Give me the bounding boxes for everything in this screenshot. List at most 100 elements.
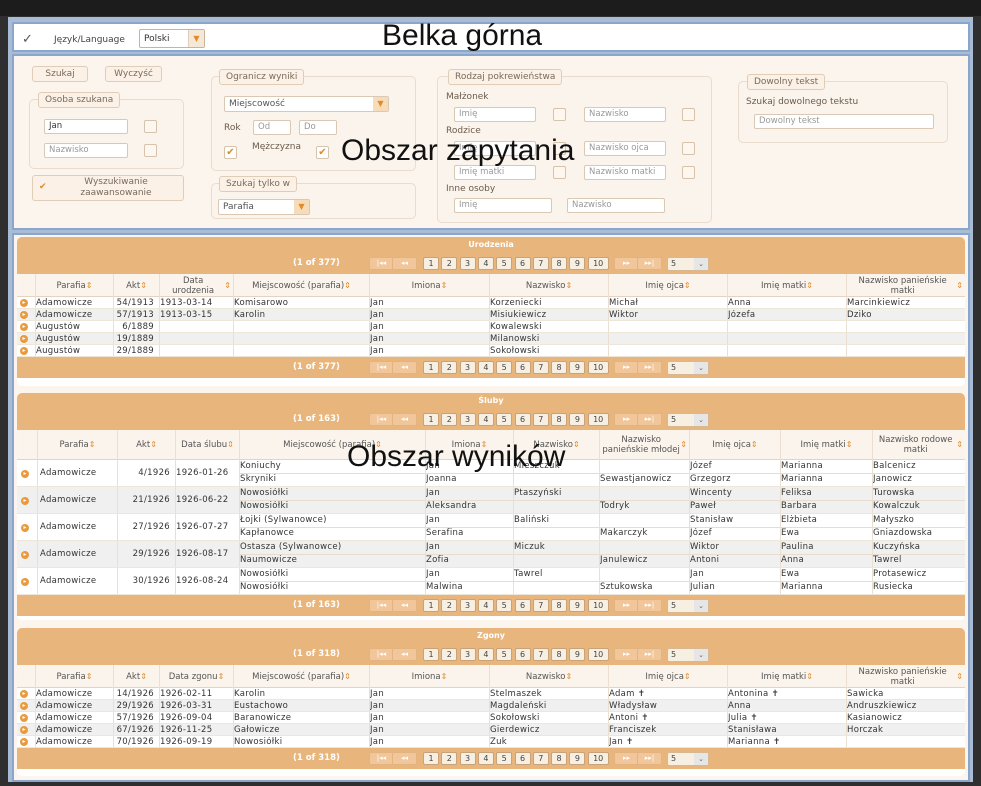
pager-page-button[interactable]: 1 [423, 599, 439, 612]
others-first-name-input[interactable]: Imię [454, 198, 552, 213]
year-from-input[interactable]: Od [253, 120, 291, 135]
row-expand-icon[interactable]: ▸ [20, 347, 28, 355]
column-header[interactable]: Imiona ⇕ [369, 274, 489, 297]
table-row[interactable]: ▸ Adamowicze 57/1913 1913-03-15 Karolin Jan Mi… [17, 309, 965, 321]
row-expand-icon[interactable]: ▸ [21, 524, 29, 532]
column-header[interactable]: Imiona ⇕ [369, 665, 489, 688]
pager-next-button[interactable]: ▸▸ [614, 413, 639, 426]
column-header[interactable]: Imię ojca ⇕ [608, 274, 727, 297]
pager-page-button[interactable]: 7 [532, 257, 549, 270]
column-header[interactable]: Miejscowość (parafia) ⇕ [233, 274, 369, 297]
pager-next-button[interactable]: ▸▸ [614, 648, 639, 661]
pager-last-button[interactable]: ▸▸| [637, 599, 662, 612]
pager-page-button[interactable]: 10 [587, 599, 609, 612]
pager-page-button[interactable]: 5 [496, 648, 513, 661]
pager-first-button[interactable]: |◂◂ [369, 599, 394, 612]
column-header[interactable]: Akt ⇕ [117, 430, 175, 460]
page-size-select[interactable]: 5 ⌄ [667, 752, 709, 766]
mother-surname-checkbox[interactable] [682, 166, 695, 179]
pager-prev-button[interactable]: ◂◂ [392, 257, 417, 270]
page-size-select[interactable]: 5 ⌄ [667, 599, 709, 613]
pager-page-button[interactable]: 8 [551, 648, 568, 661]
row-expand-icon[interactable]: ▸ [21, 470, 29, 478]
column-header[interactable]: Nazwisko panieńskie matki ⇕ [846, 665, 965, 688]
pager-page-button[interactable]: 5 [496, 257, 513, 270]
table-row[interactable]: ▸ Adamowicze 57/1926 1926-09-04 Baranowicze J… [17, 712, 965, 724]
pager-page-button[interactable]: 9 [569, 413, 586, 426]
pager-first-button[interactable]: |◂◂ [369, 361, 394, 374]
pager-last-button[interactable]: ▸▸| [637, 257, 662, 270]
pager-prev-button[interactable]: ◂◂ [392, 599, 417, 612]
column-header[interactable]: Akt ⇕ [113, 665, 159, 688]
pager-page-button[interactable]: 4 [477, 752, 494, 765]
column-header[interactable]: Imię ojca ⇕ [608, 665, 727, 688]
row-expand-icon[interactable]: ▸ [20, 299, 28, 307]
pager-prev-button[interactable]: ◂◂ [392, 413, 417, 426]
table-row[interactable]: ▸ Augustów 19/1889 Jan Milanowski [17, 333, 965, 345]
pager-page-button[interactable]: 9 [569, 599, 586, 612]
others-surname-input[interactable]: Nazwisko [567, 198, 665, 213]
row-expand-icon[interactable]: ▸ [21, 578, 29, 586]
pager-page-button[interactable]: 10 [587, 648, 609, 661]
pager-page-button[interactable]: 8 [551, 599, 568, 612]
pager-page-button[interactable]: 4 [477, 361, 494, 374]
language-select[interactable]: Polski ▼ [139, 29, 205, 48]
pager-last-button[interactable]: ▸▸| [637, 648, 662, 661]
pager-page-button[interactable]: 2 [441, 257, 458, 270]
row-expand-icon[interactable]: ▸ [20, 726, 28, 734]
pager-page-button[interactable]: 7 [532, 413, 549, 426]
table-row[interactable]: ▸ Augustów 29/1889 Jan Sokołowski [17, 345, 965, 357]
pager-page-button[interactable]: 4 [477, 257, 494, 270]
pager-page-button[interactable]: 8 [551, 413, 568, 426]
row-expand-icon[interactable]: ▸ [20, 738, 28, 746]
spouse-first-name-checkbox[interactable] [553, 108, 566, 121]
pager-page-button[interactable]: 6 [514, 599, 531, 612]
pager-page-button[interactable]: 5 [496, 752, 513, 765]
pager-page-button[interactable]: 6 [514, 257, 531, 270]
male-checkbox[interactable]: ✔ [224, 146, 237, 159]
pager-page-button[interactable]: 4 [477, 413, 494, 426]
pager-page-button[interactable]: 3 [459, 648, 476, 661]
pager-page-button[interactable]: 10 [587, 413, 609, 426]
spouse-surname-input[interactable]: Nazwisko [584, 107, 666, 122]
page-size-select[interactable]: 5 ⌄ [667, 413, 709, 427]
year-to-input[interactable]: Do [299, 120, 337, 135]
pager-page-button[interactable]: 3 [459, 361, 476, 374]
pager-page-button[interactable]: 7 [532, 648, 549, 661]
pager-page-button[interactable]: 9 [569, 361, 586, 374]
pager-page-button[interactable]: 5 [496, 413, 513, 426]
pager-page-button[interactable]: 6 [514, 752, 531, 765]
pager-page-button[interactable]: 3 [459, 413, 476, 426]
free-text-input[interactable]: Dowolny tekst [754, 114, 934, 129]
pager-page-button[interactable]: 1 [423, 648, 439, 661]
table-row[interactable]: ▸ Adamowicze 54/1913 1913-03-14 Komisarowo Ja… [17, 297, 965, 309]
father-surname-input[interactable]: Nazwisko ojca [584, 141, 666, 156]
father-surname-checkbox[interactable] [682, 142, 695, 155]
surname-checkbox[interactable] [144, 144, 157, 157]
pager-page-button[interactable]: 1 [423, 257, 439, 270]
pager-page-button[interactable]: 9 [569, 752, 586, 765]
pager-page-button[interactable]: 4 [477, 599, 494, 612]
pager-next-button[interactable]: ▸▸ [614, 599, 639, 612]
column-header[interactable]: Nazwisko panieńskie młodej ⇕ [599, 430, 689, 460]
pager-page-button[interactable]: 8 [551, 752, 568, 765]
pager-last-button[interactable]: ▸▸| [637, 413, 662, 426]
column-header[interactable]: Nazwisko panieńskie matki ⇕ [846, 274, 965, 297]
pager-page-button[interactable]: 10 [587, 361, 609, 374]
row-expand-icon[interactable]: ▸ [20, 335, 28, 343]
pager-prev-button[interactable]: ◂◂ [392, 752, 417, 765]
pager-page-button[interactable]: 3 [459, 599, 476, 612]
pager-next-button[interactable]: ▸▸ [614, 752, 639, 765]
pager-page-button[interactable]: 2 [441, 752, 458, 765]
pager-page-button[interactable]: 1 [423, 413, 439, 426]
clear-button[interactable]: Wyczyść [105, 66, 162, 82]
column-header[interactable]: Data urodzenia ⇕ [159, 274, 233, 297]
pager-page-button[interactable]: 2 [441, 361, 458, 374]
pager-page-button[interactable]: 1 [423, 752, 439, 765]
pager-page-button[interactable]: 5 [496, 599, 513, 612]
pager-last-button[interactable]: ▸▸| [637, 361, 662, 374]
female-checkbox[interactable]: ✔ [316, 146, 329, 159]
spouse-first-name-input[interactable]: Imię [454, 107, 536, 122]
column-header[interactable]: Parafia ⇕ [37, 430, 117, 460]
column-header[interactable]: Data ślubu ⇕ [175, 430, 239, 460]
